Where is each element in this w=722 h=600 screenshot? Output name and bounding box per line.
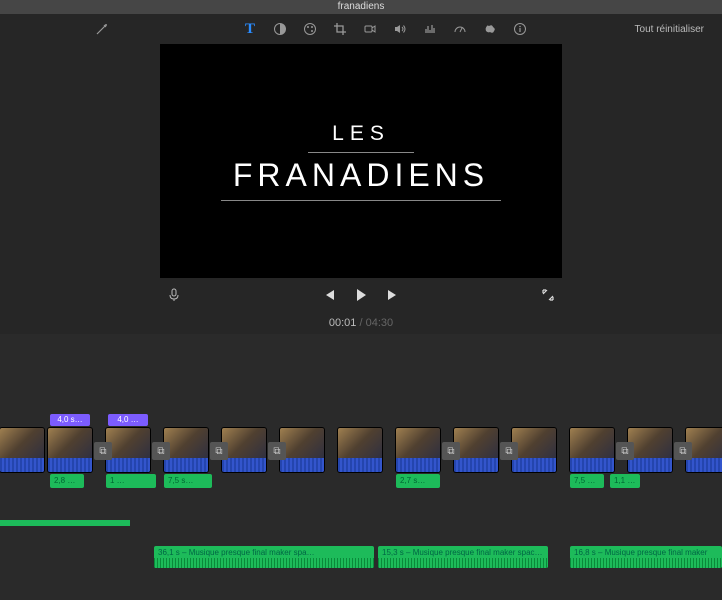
camera-icon[interactable]	[362, 21, 378, 37]
video-clip[interactable]	[164, 428, 208, 472]
info-icon[interactable]	[512, 21, 528, 37]
window-title: franadiens	[0, 0, 722, 14]
next-button[interactable]	[385, 287, 401, 303]
microphone-icon[interactable]	[166, 287, 182, 303]
audio-tag[interactable]: 2,7 s…	[396, 474, 440, 488]
color-balance-icon[interactable]	[272, 21, 288, 37]
current-time: 00:01	[329, 317, 357, 329]
audio-tag[interactable]: 1 …	[106, 474, 156, 488]
time-display: 00:01 / 04:30	[0, 312, 722, 334]
duration: 04:30	[366, 317, 394, 329]
video-clip[interactable]	[570, 428, 614, 472]
transition-icon[interactable]: ⧉	[210, 442, 228, 460]
selection-bar	[0, 520, 130, 526]
transition-icon[interactable]: ⧉	[616, 442, 634, 460]
fullscreen-icon[interactable]	[540, 287, 556, 303]
transition-icon[interactable]: ⧉	[94, 442, 112, 460]
audio-tag[interactable]: 7,5 s…	[164, 474, 212, 488]
video-clip[interactable]	[48, 428, 92, 472]
transition-icon[interactable]: ⧉	[268, 442, 286, 460]
audio-tag[interactable]: 2,8 …	[50, 474, 84, 488]
volume-icon[interactable]	[392, 21, 408, 37]
transition-icon[interactable]: ⧉	[500, 442, 518, 460]
reset-all-button[interactable]: Tout réinitialiser	[635, 24, 710, 35]
toolbar: T Tout réinitialiser	[0, 14, 722, 44]
title-text-line1: LES	[308, 122, 414, 153]
prev-button[interactable]	[321, 287, 337, 303]
video-clip[interactable]	[338, 428, 382, 472]
video-clip[interactable]	[454, 428, 498, 472]
palette-icon[interactable]	[302, 21, 318, 37]
title-text-line2: FRANADIENS	[221, 153, 501, 201]
share-icon[interactable]	[482, 21, 498, 37]
transition-icon[interactable]: ⧉	[442, 442, 460, 460]
video-clip[interactable]	[628, 428, 672, 472]
preview-area: LES FRANADIENS	[0, 44, 722, 312]
audio-track[interactable]: 15,3 s – Musique presque final maker spa…	[378, 546, 548, 568]
transition-icon[interactable]: ⧉	[674, 442, 692, 460]
video-clip[interactable]	[0, 428, 44, 472]
video-clip[interactable]	[280, 428, 324, 472]
transition-icon[interactable]: ⧉	[152, 442, 170, 460]
wand-icon[interactable]	[94, 21, 110, 37]
audio-tag[interactable]: 1,1 …	[610, 474, 640, 488]
title-tag[interactable]: 4,0 s…	[50, 414, 90, 426]
crop-icon[interactable]	[332, 21, 348, 37]
video-clip[interactable]	[396, 428, 440, 472]
audio-track[interactable]: 36,1 s – Musique presque final maker spa…	[154, 546, 374, 568]
equalizer-icon[interactable]	[422, 21, 438, 37]
video-clip[interactable]	[222, 428, 266, 472]
video-clip[interactable]	[106, 428, 150, 472]
timeline[interactable]: 4,0 s… 4,0 … ⧉ ⧉ ⧉ ⧉ ⧉ ⧉ ⧉ ⧉ 2,8 … 1 … 7,5 s… 2,7 s… 7…	[0, 334, 722, 600]
speed-icon[interactable]	[452, 21, 468, 37]
title-tag[interactable]: 4,0 …	[108, 414, 148, 426]
text-icon[interactable]: T	[242, 21, 258, 37]
audio-tag[interactable]: 7,5 …	[570, 474, 604, 488]
audio-track[interactable]: 16,8 s – Musique presque final maker spa…	[570, 546, 722, 568]
play-button[interactable]	[353, 287, 369, 303]
preview-video: LES FRANADIENS	[160, 44, 562, 278]
video-clip[interactable]	[512, 428, 556, 472]
